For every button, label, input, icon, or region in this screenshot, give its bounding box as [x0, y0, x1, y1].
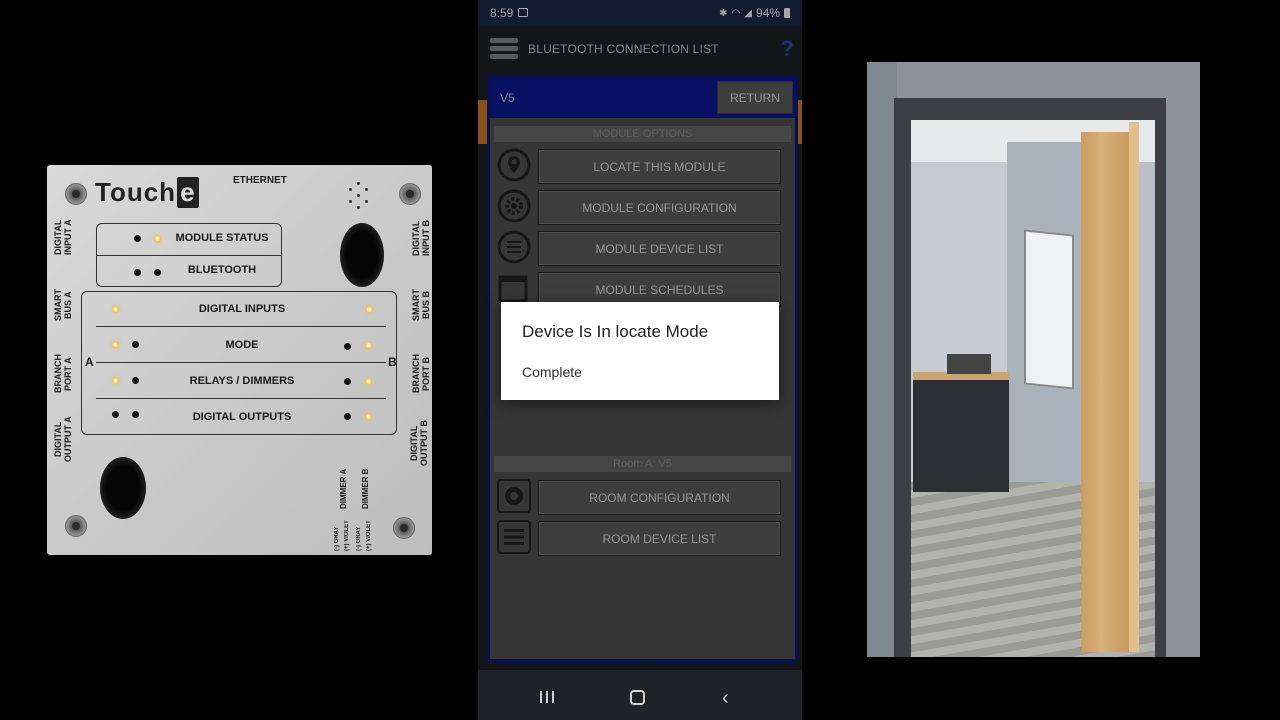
dialog-message: Complete: [522, 364, 582, 380]
ethernet-label: ETHERNET: [233, 175, 287, 186]
screw-icon: [65, 515, 87, 537]
mode-label: MODE: [225, 339, 259, 351]
digital-input-a-label: DIGITAL INPUT A: [53, 219, 73, 255]
system-nav-bar: ‹: [478, 670, 802, 720]
cabinet: [913, 377, 1009, 492]
screw-icon: [65, 183, 87, 205]
divider: [96, 326, 386, 327]
branch-port-a-label: BRANCH PORT A: [53, 354, 73, 394]
smart-bus-b-label: SMART BUS B: [411, 289, 431, 321]
digital-output-a-label: DIGITAL OUTPUT A: [53, 416, 73, 462]
digital-output-led: [132, 411, 139, 418]
door-edge: [1129, 122, 1139, 652]
port-a-letter: A: [85, 355, 94, 369]
wire-gray-label: (-) GRAY: [334, 526, 340, 551]
port-hole: [100, 457, 146, 519]
module-status-label: MODULE STATUS: [175, 232, 269, 244]
mode-led: [132, 341, 139, 348]
back-icon[interactable]: ‹: [722, 688, 729, 708]
divider: [96, 398, 386, 399]
relay-led: [132, 377, 139, 384]
whiteboard: [1024, 229, 1074, 390]
digital-input-led: [112, 306, 119, 313]
digital-output-led: [112, 411, 119, 418]
phone-screen: 8:59 ✱ ◠ ◢ 94% BLUETOOTH CONNECTION LIST…: [478, 0, 802, 720]
screen: Touch e ETHERNET DIGITAL INPUT A DIGITAL …: [0, 0, 1280, 720]
branch-port-b-label: BRANCH PORT B: [411, 354, 431, 394]
screw-icon: [399, 183, 421, 205]
digital-inputs-label: DIGITAL INPUTS: [198, 303, 286, 315]
mode-led: [344, 343, 351, 350]
relay-led: [112, 377, 119, 384]
digital-output-led: [365, 413, 372, 420]
port-b-letter: B: [388, 355, 397, 369]
digital-input-led: [366, 306, 373, 313]
dimmer-b-label: DIMMER B: [361, 468, 370, 509]
dialog-title: Device Is In locate Mode: [522, 322, 709, 341]
home-icon[interactable]: [630, 690, 645, 705]
speaker-grille-icon: [344, 182, 374, 210]
screw-icon: [393, 517, 415, 539]
divider: [96, 362, 386, 363]
printer: [947, 354, 991, 374]
brand-logo: Touch e: [95, 177, 199, 208]
recent-apps-icon[interactable]: [540, 691, 556, 703]
bluetooth-led: [134, 269, 141, 276]
digital-output-b-label: DIGITAL OUTPUT B: [409, 420, 429, 466]
wire-violet-label: (+) VIOLET: [366, 520, 372, 551]
status-led: [154, 235, 161, 242]
digital-input-b-label: DIGITAL INPUT B: [411, 220, 431, 256]
relay-led: [344, 378, 351, 385]
relay-led: [365, 378, 372, 385]
digital-outputs-label: DIGITAL OUTPUTS: [192, 411, 292, 423]
port-hole: [340, 223, 384, 287]
room-photo: [867, 62, 1200, 657]
mode-led: [365, 342, 372, 349]
wire-violet-label: (+) VIOLET: [344, 520, 350, 551]
relays-dimmers-label: RELAYS / DIMMERS: [189, 375, 295, 387]
wall: [867, 62, 897, 657]
divider: [97, 255, 281, 256]
smart-bus-a-label: SMART BUS A: [53, 289, 73, 321]
bluetooth-label: BLUETOOTH: [187, 264, 257, 276]
status-led: [134, 235, 141, 242]
dimmer-a-label: DIMMER A: [339, 468, 348, 509]
bluetooth-led: [154, 269, 161, 276]
wire-gray-label: (-) GRAY: [356, 526, 362, 551]
mode-led: [112, 341, 119, 348]
digital-output-led: [344, 413, 351, 420]
open-door: [1081, 132, 1131, 652]
touche-module-photo: Touch e ETHERNET DIGITAL INPUT A DIGITAL …: [47, 165, 432, 555]
locate-mode-dialog[interactable]: Device Is In locate Mode Complete: [501, 302, 779, 400]
